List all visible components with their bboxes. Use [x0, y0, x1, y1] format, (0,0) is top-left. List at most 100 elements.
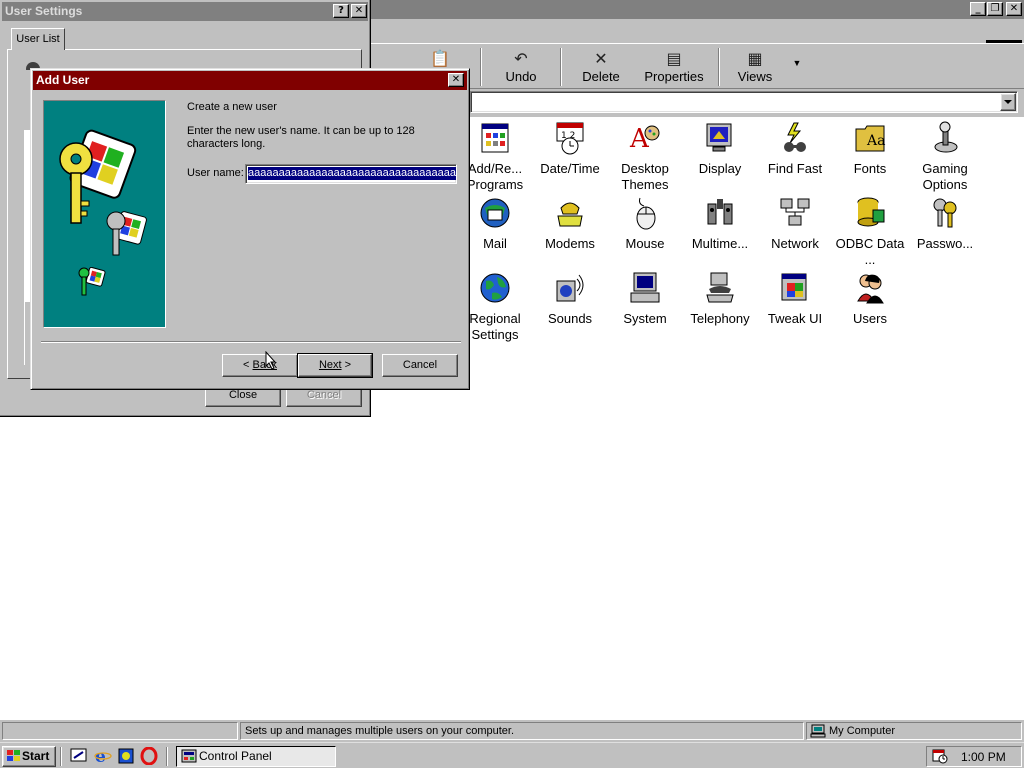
status-description: Sets up and manages multiple users on yo…	[240, 722, 804, 740]
user-name-input[interactable]: aaaaaaaaaaaaaaaaaaaaaaaaaaaaaaaaaaaaaaaa…	[245, 164, 457, 184]
cp-item-label: Sounds	[547, 311, 593, 326]
back-prefix: <	[243, 359, 253, 371]
cp-item-label: Telephony	[690, 311, 750, 326]
status-location: My Computer	[806, 722, 1022, 740]
cp-item-odbc[interactable]: ODBC Data ...	[832, 196, 908, 268]
scheduler-icon[interactable]	[932, 748, 948, 769]
clock[interactable]: 1:00 PM	[961, 748, 1006, 766]
quicklaunch-opera-icon[interactable]	[140, 746, 158, 768]
toolbar-views-button[interactable]: ▦ Views	[728, 46, 782, 88]
cp-item-gaming-options[interactable]: Gaming Options	[907, 121, 983, 193]
cp-item-display[interactable]: Display	[682, 121, 758, 177]
cp-item-modems[interactable]: Modems	[532, 196, 608, 252]
find-fast-icon	[778, 121, 812, 155]
chevron-down-icon	[1004, 100, 1012, 104]
cp-item-fonts[interactable]: Aa Fonts	[832, 121, 908, 177]
add-user-instructions: Enter the new user's name. It can be up …	[187, 125, 415, 150]
regional-settings-icon	[478, 271, 512, 305]
date-time-icon: 1 2	[553, 121, 587, 155]
cp-item-mouse[interactable]: Mouse	[607, 196, 683, 252]
status-location-label: My Computer	[829, 725, 896, 737]
help-button[interactable]: ?	[333, 4, 349, 18]
tweak-ui-icon	[778, 271, 812, 305]
cp-item-passwords[interactable]: Passwo...	[907, 196, 983, 252]
cancel-button[interactable]: Cancel	[382, 354, 458, 377]
toolbar-undo-button[interactable]: ↶ Undo	[492, 46, 550, 88]
system-tray: 1:00 PM	[926, 746, 1022, 767]
toolbar-separator	[560, 48, 562, 86]
cp-item-label: Passwo...	[916, 236, 974, 251]
system-icon	[628, 271, 662, 305]
cp-item-telephony[interactable]: Telephony	[682, 271, 758, 327]
views-icon: ▦	[747, 49, 763, 68]
toolbar-properties-button[interactable]: ▤ Properties	[636, 46, 712, 88]
cp-item-label: Tweak UI	[767, 311, 823, 326]
undo-label: Undo	[505, 69, 537, 84]
restore-button[interactable]: ❐	[987, 2, 1003, 16]
taskbar-task-control-panel[interactable]: Control Panel	[176, 746, 336, 767]
keys-illustration-icon	[59, 129, 147, 296]
address-bar[interactable]	[470, 91, 1018, 113]
cp-item-network[interactable]: Network	[757, 196, 833, 252]
taskbar-separator	[166, 747, 168, 766]
add-user-title: Add User	[36, 73, 90, 87]
paste-icon: 📋	[430, 49, 450, 68]
quicklaunch-ie-icon[interactable]: e	[94, 747, 112, 768]
properties-icon: ▤	[666, 49, 682, 68]
cp-item-find-fast[interactable]: Find Fast	[757, 121, 833, 177]
start-button[interactable]: Start	[2, 746, 56, 767]
network-icon	[778, 196, 812, 230]
address-dropdown-button[interactable]	[1000, 93, 1016, 111]
add-user-titlebar[interactable]: Add User ✕	[33, 71, 467, 90]
display-icon	[703, 121, 737, 155]
delete-icon: ✕	[594, 49, 608, 68]
passwords-icon	[928, 196, 962, 230]
cp-item-multimedia[interactable]: Multime...	[682, 196, 758, 252]
quicklaunch-channels-icon[interactable]	[117, 747, 135, 768]
cp-item-label: Users	[853, 311, 887, 326]
mouse-icon	[628, 196, 662, 230]
user-name-label: User name:	[187, 167, 244, 179]
minimize-button[interactable]: _	[970, 2, 986, 16]
taskbar-separator	[60, 747, 62, 766]
next-button[interactable]: Next >	[297, 353, 373, 378]
control-panel-icon	[181, 749, 197, 768]
cp-item-label: Fonts	[853, 161, 887, 176]
cp-item-label: Network	[771, 236, 819, 251]
cp-item-label: Desktop Themes	[621, 161, 669, 192]
close-button[interactable]: ✕	[448, 73, 464, 87]
start-label: Start	[22, 749, 50, 763]
mail-icon	[478, 196, 512, 230]
user-settings-title: User Settings	[5, 4, 83, 18]
cp-item-label: System	[623, 311, 667, 326]
svg-text:Aa: Aa	[866, 133, 885, 149]
back-button[interactable]: < Back	[222, 354, 298, 377]
add-remove-programs-icon	[478, 121, 512, 155]
user-settings-titlebar[interactable]: User Settings ? ✕	[2, 2, 368, 21]
users-icon	[853, 271, 887, 305]
cp-item-date-time[interactable]: 1 2 Date/Time	[532, 121, 608, 177]
windows-flag-icon	[6, 749, 21, 768]
taskbar: Start e Control Panel 1:00 PM	[0, 742, 1024, 768]
cp-item-desktop-themes[interactable]: A Desktop Themes	[607, 121, 683, 193]
cp-item-users[interactable]: Users	[832, 271, 908, 327]
cp-item-label: Multime...	[691, 236, 749, 251]
close-button[interactable]: ✕	[1006, 2, 1022, 16]
cp-item-label: Modems	[545, 236, 595, 251]
taskbar-task-label: Control Panel	[199, 749, 272, 763]
tab-user-list[interactable]: User List	[11, 28, 65, 50]
cp-item-sounds[interactable]: Sounds	[532, 271, 608, 327]
views-label: Views	[737, 69, 773, 84]
modems-icon	[553, 196, 587, 230]
toolbar-delete-button[interactable]: ✕ Delete	[570, 46, 632, 88]
close-button[interactable]: ✕	[351, 4, 367, 18]
quicklaunch-desktop-icon[interactable]	[70, 748, 88, 767]
undo-icon: ↶	[514, 49, 528, 68]
cp-item-label: Gaming Options	[922, 161, 968, 192]
status-bar: Sets up and manages multiple users on yo…	[0, 720, 1024, 742]
cp-item-system[interactable]: System	[607, 271, 683, 327]
next-suffix: >	[341, 359, 352, 371]
cp-item-tweak-ui[interactable]: Tweak UI	[757, 271, 833, 327]
sounds-icon	[553, 271, 587, 305]
add-user-illustration	[43, 100, 166, 328]
